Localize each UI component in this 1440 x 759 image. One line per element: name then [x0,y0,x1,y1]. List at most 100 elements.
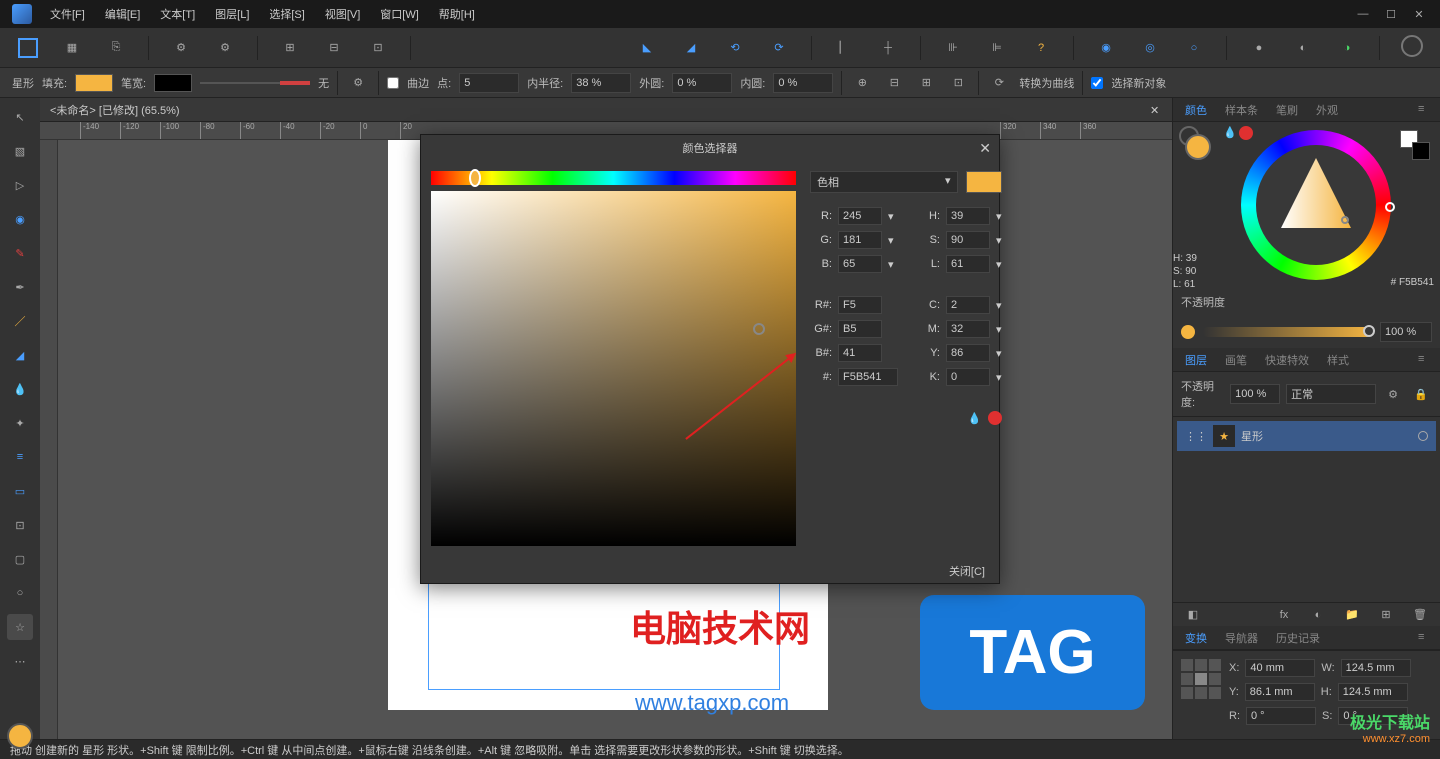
pencil-tool[interactable]: ✎ [7,240,33,266]
inner-input[interactable] [571,73,631,93]
close-icon[interactable]: ✕ [1412,7,1426,21]
h-input[interactable] [946,207,990,225]
tab-transform[interactable]: 变换 [1181,628,1211,648]
gradient-tool[interactable]: ≡ [7,444,33,470]
m-input[interactable] [946,320,990,338]
bool1-icon[interactable]: ◉ [1094,36,1118,60]
anchor-grid[interactable] [1181,659,1221,699]
color-wheel[interactable] [1241,130,1391,280]
layer-lock-icon[interactable]: 🔒 [1410,382,1432,406]
align-c-icon[interactable]: ┼ [876,36,900,60]
layer-row[interactable]: ⋮⋮ ★ 星形 [1177,421,1436,451]
tab-close-icon[interactable]: ✕ [1150,104,1162,116]
crop-tool[interactable]: ⊡ [7,512,33,538]
foreground-color[interactable] [7,723,33,749]
menu-text[interactable]: 文本[T] [150,0,205,28]
saturation-box[interactable] [431,191,796,546]
hue-handle[interactable] [469,169,481,187]
tab-stroke[interactable]: 画笔 [1221,350,1251,370]
tab-appearance[interactable]: 外观 [1312,100,1342,120]
corner-tool[interactable]: ◉ [7,206,33,232]
innerc-input[interactable] [773,73,833,93]
snap-d-icon[interactable]: ⊡ [946,71,970,95]
adjust-icon[interactable]: ◐ [1306,603,1330,627]
snap2-icon[interactable]: ⊟ [322,36,346,60]
selnew-checkbox[interactable] [1091,77,1103,89]
color-mode-select[interactable]: 色相▾ [810,171,958,193]
stroke-swatch[interactable] [154,74,192,92]
tab-color[interactable]: 颜色 [1181,100,1211,120]
star-tool[interactable]: ☆ [7,614,33,640]
tab-history[interactable]: 历史记录 [1272,628,1324,648]
tab-fx[interactable]: 快速特效 [1261,350,1313,370]
document-tab[interactable]: <未命名> [已修改] (65.5%) ✕ [40,98,1172,122]
tab-styles[interactable]: 样式 [1323,350,1353,370]
layer-drag-icon[interactable]: ⋮⋮ [1185,430,1207,443]
b-input[interactable] [838,255,882,273]
fx-icon[interactable]: fx [1272,603,1296,627]
bool2-icon[interactable]: ◎ [1138,36,1162,60]
gh-input[interactable] [838,320,882,338]
menu-help[interactable]: 帮助[H] [429,0,485,28]
shape3-icon[interactable]: ◑ [1335,36,1359,60]
saturation-handle[interactable] [753,323,765,335]
move-tool[interactable]: ↖ [7,104,33,130]
s-input[interactable] [946,231,990,249]
gear2-icon[interactable]: ⚙ [213,36,237,60]
shape1-icon[interactable]: ● [1247,36,1271,60]
more-tool[interactable]: ⋯ [7,648,33,674]
minimize-icon[interactable]: — [1356,7,1370,21]
g-input[interactable] [838,231,882,249]
y-input[interactable] [1245,683,1315,701]
account-icon[interactable] [1400,36,1424,60]
home-icon[interactable] [16,36,40,60]
stroke-width-slider[interactable] [200,82,310,84]
eyedropper-tool[interactable]: 💧 [7,376,33,402]
x-input[interactable] [1245,659,1315,677]
hex-input[interactable] [838,368,898,386]
curve-checkbox[interactable] [387,77,399,89]
menu-select[interactable]: 选择[S] [259,0,314,28]
bool3-icon[interactable]: ○ [1182,36,1206,60]
brush-tool[interactable]: ／ [7,308,33,334]
l-input[interactable] [946,255,990,273]
tab-layers[interactable]: 图层 [1181,350,1211,370]
layer-gear-icon[interactable]: ⚙ [1382,382,1404,406]
panel-menu-icon[interactable]: ≡ [1418,103,1432,117]
layer-visibility-icon[interactable] [1418,431,1428,441]
distribute-icon[interactable]: ⊪ [941,36,965,60]
rotate-l-icon[interactable]: ⟲ [723,36,747,60]
opacity-slider[interactable] [1203,327,1372,337]
image-tool[interactable]: ▭ [7,478,33,504]
snap-a-icon[interactable]: ⊕ [850,71,874,95]
r-input[interactable] [1246,707,1316,725]
export-icon[interactable]: ⎘ [104,36,128,60]
delete-layer-icon[interactable]: 🗑 [1408,603,1432,627]
grid-icon[interactable]: ▦ [60,36,84,60]
picker-eyedropper[interactable]: 💧 [810,411,1002,425]
convert-icon[interactable]: ⟳ [987,71,1011,95]
snap-b-icon[interactable]: ⊟ [882,71,906,95]
blend-mode-select[interactable] [1286,384,1376,404]
rotate-r-icon[interactable]: ⟳ [767,36,791,60]
menu-edit[interactable]: 编辑[E] [95,0,150,28]
k-input[interactable] [946,368,990,386]
shape-tool[interactable]: ✦ [7,410,33,436]
snap-c-icon[interactable]: ⊞ [914,71,938,95]
default-swatches[interactable] [1400,130,1430,160]
layer-opacity-input[interactable] [1230,384,1280,404]
snap1-icon[interactable]: ⊞ [278,36,302,60]
tab-navigator[interactable]: 导航器 [1221,628,1262,648]
tab-brushes[interactable]: 笔刷 [1272,100,1302,120]
tab-swatches[interactable]: 样本条 [1221,100,1262,120]
convert-label[interactable]: 转换为曲线 [1019,75,1074,91]
fx-gear-icon[interactable]: ⚙ [346,71,370,95]
mask-icon[interactable]: ◧ [1181,603,1205,627]
arrange-icon[interactable]: ⊫ [985,36,1009,60]
rh-input[interactable] [838,296,882,314]
maximize-icon[interactable]: ☐ [1384,7,1398,21]
outer-input[interactable] [672,73,732,93]
menu-file[interactable]: 文件[F] [40,0,95,28]
color-picker-close-button[interactable]: 关闭[C] [949,563,985,579]
fill-swatch[interactable] [75,74,113,92]
